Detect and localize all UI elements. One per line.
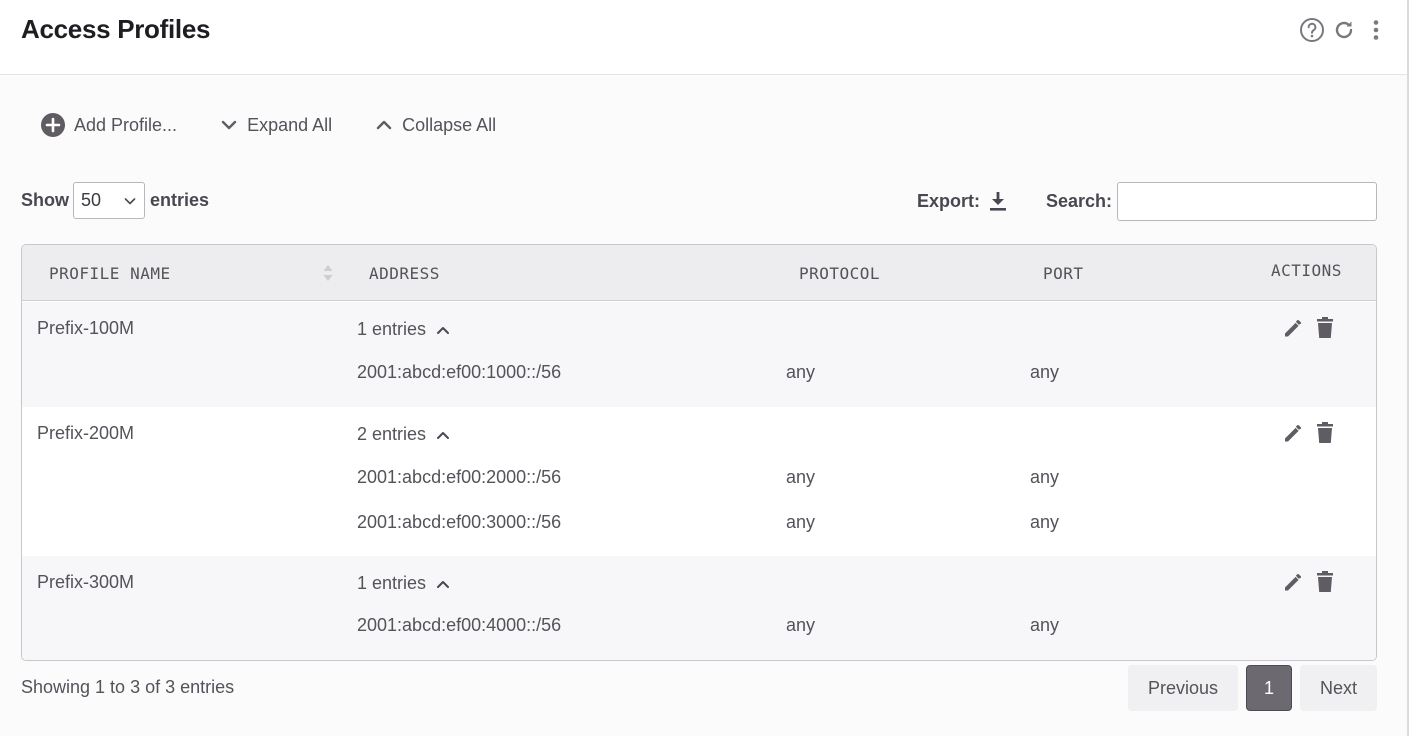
add-circle-icon <box>41 113 65 137</box>
port-cell: any <box>1030 467 1060 487</box>
sort-icon[interactable] <box>322 263 334 283</box>
help-icon[interactable] <box>1299 17 1325 43</box>
profile-name: Prefix-100M <box>37 318 135 338</box>
table-row: Prefix-100M 1 entries 2001:abcd:ef00:100… <box>22 302 1376 407</box>
search-label: Search: <box>1046 191 1113 211</box>
protocol-cell: any <box>786 512 816 532</box>
page-length-control: Show 50 entries <box>21 182 209 219</box>
edit-icon[interactable] <box>1282 570 1304 594</box>
toolbar: Add Profile... Expand All Collapse All <box>40 112 496 138</box>
delete-icon[interactable] <box>1314 570 1336 594</box>
expand-all-button[interactable]: Expand All <box>219 115 332 136</box>
table-header: PROFILE NAME ADDRESS PROTOCOL PORT ACTIO… <box>22 245 1376 301</box>
protocol-cell: any <box>786 362 816 382</box>
chevron-up-icon <box>376 120 392 130</box>
column-header-address: ADDRESS <box>369 264 440 283</box>
entries-toggle[interactable]: 1 entries <box>357 573 450 594</box>
protocol-cell: any <box>786 467 816 487</box>
add-profile-button[interactable]: Add Profile... <box>40 112 177 138</box>
entries-toggle[interactable]: 2 entries <box>357 424 450 445</box>
collapse-all-button[interactable]: Collapse All <box>374 115 496 136</box>
table-row: Prefix-200M 2 entries 2001:abcd:ef00:200… <box>22 407 1376 556</box>
entries-label: entries <box>150 190 210 210</box>
edit-icon[interactable] <box>1282 421 1304 445</box>
address-cell: 2001:abcd:ef00:1000::/56 <box>357 362 562 382</box>
export-label: Export: <box>917 190 980 211</box>
chevron-up-icon <box>437 326 450 334</box>
protocol-cell: any <box>786 615 816 635</box>
next-page-button[interactable]: Next <box>1300 665 1377 711</box>
profiles-table: PROFILE NAME ADDRESS PROTOCOL PORT ACTIO… <box>21 244 1377 661</box>
profile-name: Prefix-300M <box>37 572 135 592</box>
column-header-profile-name[interactable]: PROFILE NAME <box>49 264 171 283</box>
port-cell: any <box>1030 615 1060 635</box>
add-profile-label: Add Profile... <box>74 114 178 135</box>
more-vert-icon[interactable] <box>1363 17 1389 43</box>
entries-count: 1 entries <box>357 573 427 593</box>
page-title: Access Profiles <box>21 14 211 44</box>
chevron-down-icon <box>124 197 136 205</box>
entries-count: 1 entries <box>357 319 427 339</box>
entries-count: 2 entries <box>357 424 427 444</box>
table-info: Showing 1 to 3 of 3 entries <box>21 677 235 697</box>
chevron-down-icon <box>221 120 237 130</box>
page-length-select[interactable]: 50 <box>73 182 145 219</box>
page-1-button[interactable]: 1 <box>1246 665 1292 711</box>
delete-icon[interactable] <box>1314 316 1336 340</box>
column-header-port: PORT <box>1043 264 1084 283</box>
chevron-up-icon <box>437 580 450 588</box>
column-header-protocol: PROTOCOL <box>799 264 881 283</box>
pagination: Previous 1 Next <box>1128 665 1377 711</box>
address-cell: 2001:abcd:ef00:3000::/56 <box>357 512 562 532</box>
header-icons <box>1299 17 1389 43</box>
table-row: Prefix-300M 1 entries 2001:abcd:ef00:400… <box>22 556 1376 660</box>
profile-name: Prefix-200M <box>37 423 135 443</box>
address-cell: 2001:abcd:ef00:2000::/56 <box>357 467 562 487</box>
port-cell: any <box>1030 512 1060 532</box>
refresh-icon[interactable] <box>1331 17 1357 43</box>
page-header: Access Profiles <box>0 0 1409 75</box>
port-cell: any <box>1030 362 1060 382</box>
download-icon <box>990 192 1006 211</box>
chevron-up-icon <box>437 431 450 439</box>
row-actions <box>1282 316 1336 340</box>
previous-page-button[interactable]: Previous <box>1128 665 1238 711</box>
entries-toggle[interactable]: 1 entries <box>357 319 450 340</box>
page-length-value: 50 <box>81 190 102 210</box>
column-header-actions: ACTIONS <box>1271 261 1342 280</box>
collapse-all-label: Collapse All <box>402 114 497 135</box>
show-label: Show <box>21 190 69 210</box>
search-input[interactable] <box>1117 182 1377 221</box>
edit-icon[interactable] <box>1282 316 1304 340</box>
row-actions <box>1282 570 1336 594</box>
address-cell: 2001:abcd:ef00:4000::/56 <box>357 615 562 635</box>
delete-icon[interactable] <box>1314 421 1336 445</box>
export-button[interactable]: Export: <box>917 190 1008 212</box>
expand-all-label: Expand All <box>247 114 333 135</box>
row-actions <box>1282 421 1336 445</box>
